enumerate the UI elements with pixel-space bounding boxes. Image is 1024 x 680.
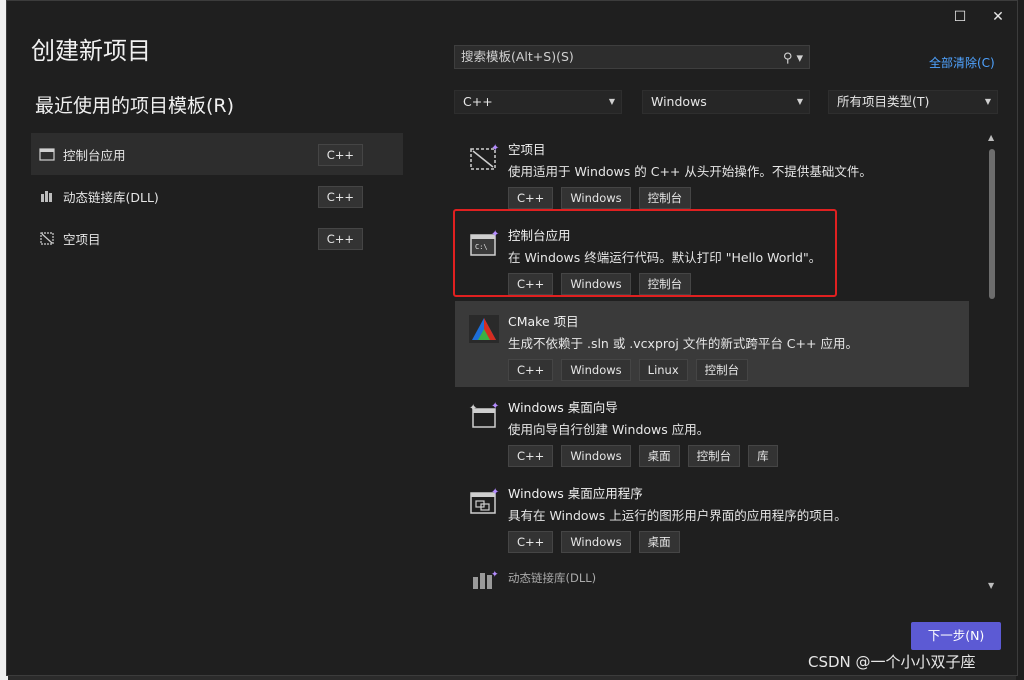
template-console-app[interactable]: C:\ ✦ 控制台应用 在 Windows 终端运行代码。默认打印 "Hello …: [455, 215, 969, 301]
svg-text:✦: ✦: [491, 570, 499, 580]
template-tags: C++ Windows 控制台: [508, 273, 692, 295]
tag: 桌面: [638, 531, 680, 553]
language-tag: C++: [317, 228, 363, 250]
tag: 库: [748, 445, 778, 467]
empty-project-icon: ✦: [470, 143, 499, 170]
chevron-down-icon: ▼: [796, 97, 803, 106]
template-description: 在 Windows 终端运行代码。默认打印 "Hello World"。: [508, 250, 822, 265]
cmake-icon: [469, 315, 499, 343]
recent-item-label: 空项目: [63, 231, 101, 247]
platform-filter-value: Windows: [651, 94, 707, 109]
create-project-dialog: ☐ ✕ 创建新项目 最近使用的项目模板(R) 控制台应用 C++ 动态链接库(D…: [6, 0, 1018, 676]
search-templates-input[interactable]: 搜索模板(Alt+S)(S) ⚲ ▾: [454, 45, 810, 69]
template-empty-project[interactable]: ✦ 空项目 使用适用于 Windows 的 C++ 从头开始操作。不提供基础文件…: [455, 129, 969, 215]
recent-item-label: 动态链接库(DLL): [63, 189, 159, 205]
dll-icon: ✦: [473, 570, 499, 589]
clear-all-link[interactable]: 全部清除(C): [929, 54, 995, 71]
template-name: Windows 桌面应用程序: [508, 486, 643, 501]
template-dll[interactable]: ✦ 动态链接库(DLL): [455, 567, 969, 589]
svg-text:✦: ✦: [491, 229, 499, 240]
tag: Windows: [561, 273, 631, 295]
platform-filter-dropdown[interactable]: Windows ▼: [642, 90, 810, 114]
tag: C++: [508, 445, 554, 467]
recent-item-dll[interactable]: 动态链接库(DLL) C++: [31, 175, 403, 217]
tag: 控制台: [638, 187, 692, 209]
template-tags: C++ Windows 桌面 控制台 库: [508, 445, 778, 467]
template-description: 使用向导自行创建 Windows 应用。: [508, 422, 710, 437]
scrollbar-thumb[interactable]: [989, 149, 995, 299]
template-description: 生成不依赖于 .sln 或 .vcxproj 文件的新式跨平台 C++ 应用。: [508, 336, 858, 351]
language-filter-value: C++: [463, 94, 493, 109]
chevron-down-icon: ▼: [608, 97, 615, 106]
tag: C++: [508, 531, 554, 553]
recent-templates-heading: 最近使用的项目模板(R): [35, 95, 235, 117]
scroll-down-icon[interactable]: ▼: [988, 581, 994, 590]
template-description: 具有在 Windows 上运行的图形用户界面的应用程序的项目。: [508, 508, 847, 523]
template-windows-desktop-app[interactable]: ✦ Windows 桌面应用程序 具有在 Windows 上运行的图形用户界面的…: [455, 473, 969, 559]
tag: 控制台: [695, 359, 749, 381]
close-icon: ✕: [992, 9, 1004, 25]
tag: C++: [508, 187, 554, 209]
search-icon[interactable]: ⚲ ▾: [783, 48, 803, 70]
language-tag: C++: [317, 144, 363, 166]
template-list-scrollbar[interactable]: ▲ ▼: [985, 133, 999, 593]
svg-text:✦: ✦: [491, 143, 499, 154]
search-placeholder: 搜索模板(Alt+S)(S): [461, 49, 574, 64]
tag: Windows: [561, 187, 631, 209]
language-filter-dropdown[interactable]: C++ ▼: [454, 90, 622, 114]
maximize-icon: ☐: [953, 9, 967, 25]
watermark: CSDN @一个小小双子座: [808, 653, 976, 671]
tag: C++: [508, 273, 554, 295]
chevron-down-icon: ▼: [984, 97, 991, 106]
template-tags: C++ Windows 桌面: [508, 531, 680, 553]
tag: Linux: [638, 359, 688, 381]
desktop-wizard-icon: ✦ ✦: [469, 401, 499, 428]
console-app-icon: [39, 148, 55, 161]
svg-text:C:\: C:\: [475, 243, 488, 251]
template-name: 控制台应用: [508, 228, 571, 243]
template-name: 动态链接库(DLL): [508, 571, 597, 585]
scroll-up-icon[interactable]: ▲: [988, 133, 994, 142]
desktop-app-icon: ✦: [470, 487, 499, 514]
template-cmake-project[interactable]: CMake 项目 生成不依赖于 .sln 或 .vcxproj 文件的新式跨平台…: [455, 301, 969, 387]
dll-icon: [41, 191, 52, 202]
template-name: 空项目: [508, 142, 546, 157]
next-button[interactable]: 下一步(N): [911, 622, 1001, 650]
template-list: ✦ 空项目 使用适用于 Windows 的 C++ 从头开始操作。不提供基础文件…: [455, 129, 969, 589]
empty-project-icon: [40, 232, 54, 245]
template-name: CMake 项目: [508, 314, 579, 329]
template-description: 使用适用于 Windows 的 C++ 从头开始操作。不提供基础文件。: [508, 164, 872, 179]
tag: 控制台: [638, 273, 692, 295]
close-button[interactable]: ✕: [985, 7, 1011, 27]
console-app-icon: C:\✦: [470, 229, 499, 256]
template-tags: C++ Windows 控制台: [508, 187, 692, 209]
tag: Windows: [561, 359, 631, 381]
svg-text:✦: ✦: [469, 403, 477, 414]
tag: 桌面: [638, 445, 680, 467]
maximize-button[interactable]: ☐: [947, 7, 973, 27]
dialog-title: 创建新项目: [31, 37, 151, 65]
tag: 控制台: [687, 445, 741, 467]
template-tags: C++ Windows Linux 控制台: [508, 359, 749, 381]
svg-text:✦: ✦: [491, 401, 499, 412]
tag: Windows: [561, 531, 631, 553]
template-windows-desktop-wizard[interactable]: ✦ ✦ Windows 桌面向导 使用向导自行创建 Windows 应用。 C++…: [455, 387, 969, 473]
recent-item-label: 控制台应用: [63, 147, 126, 163]
project-type-filter-value: 所有项目类型(T): [837, 94, 930, 109]
svg-text:✦: ✦: [491, 487, 499, 498]
tag: Windows: [561, 445, 631, 467]
template-name: Windows 桌面向导: [508, 400, 618, 415]
tag: C++: [508, 359, 554, 381]
recent-item-empty-project[interactable]: 空项目 C++: [31, 217, 403, 259]
project-type-filter-dropdown[interactable]: 所有项目类型(T) ▼: [828, 90, 998, 114]
recent-item-console-app[interactable]: 控制台应用 C++: [31, 133, 403, 175]
language-tag: C++: [317, 186, 363, 208]
